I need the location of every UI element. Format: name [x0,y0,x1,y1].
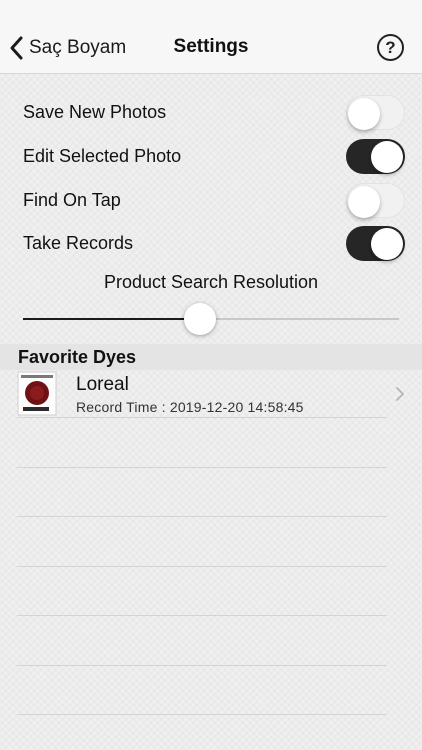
setting-label: Save New Photos [23,102,167,122]
take-records-toggle[interactable] [346,226,405,261]
slider-thumb[interactable] [183,303,216,335]
list-separator [17,467,387,468]
resolution-slider[interactable] [23,300,399,338]
setting-row-find-on-tap: Find On Tap [0,181,422,221]
toggle-knob [371,227,403,260]
setting-label: Find On Tap [23,190,121,210]
save-new-photos-toggle[interactable] [346,95,405,130]
edit-selected-photo-toggle[interactable] [346,139,405,174]
toggle-knob [371,140,403,173]
list-separator [17,665,387,666]
toggle-knob [348,185,380,218]
list-separator [17,566,387,567]
find-on-tap-toggle[interactable] [346,183,405,218]
setting-label: Edit Selected Photo [23,146,182,166]
setting-row-save-new-photos: Save New Photos [0,93,422,133]
section-header-title: Favorite Dyes [18,347,137,367]
navigation-bar: Saç Boyam Settings ? [0,0,422,74]
record-time: Record Time : 2019-12-20 14:58:45 [76,399,304,415]
hair-dye-box-icon [17,371,57,416]
list-separator [17,417,387,418]
slider-track-fill [23,318,200,320]
chevron-right-icon [396,387,404,401]
list-separator [17,615,387,616]
list-separator [17,714,387,715]
section-header: Favorite Dyes [0,344,422,370]
setting-row-edit-selected-photo: Edit Selected Photo [0,137,422,177]
slider-title: Product Search Resolution [103,272,319,292]
page-title: Settings [173,36,249,57]
setting-row-take-records: Take Records [0,224,422,264]
dye-name: Loreal [76,374,129,395]
question-mark-icon: ? [385,37,396,57]
list-separator [17,516,387,517]
help-button[interactable]: ? [377,34,404,61]
setting-label: Take Records [23,233,134,253]
list-item[interactable]: Loreal Record Time : 2019-12-20 14:58:45 [0,370,422,418]
toggle-knob [348,97,380,130]
